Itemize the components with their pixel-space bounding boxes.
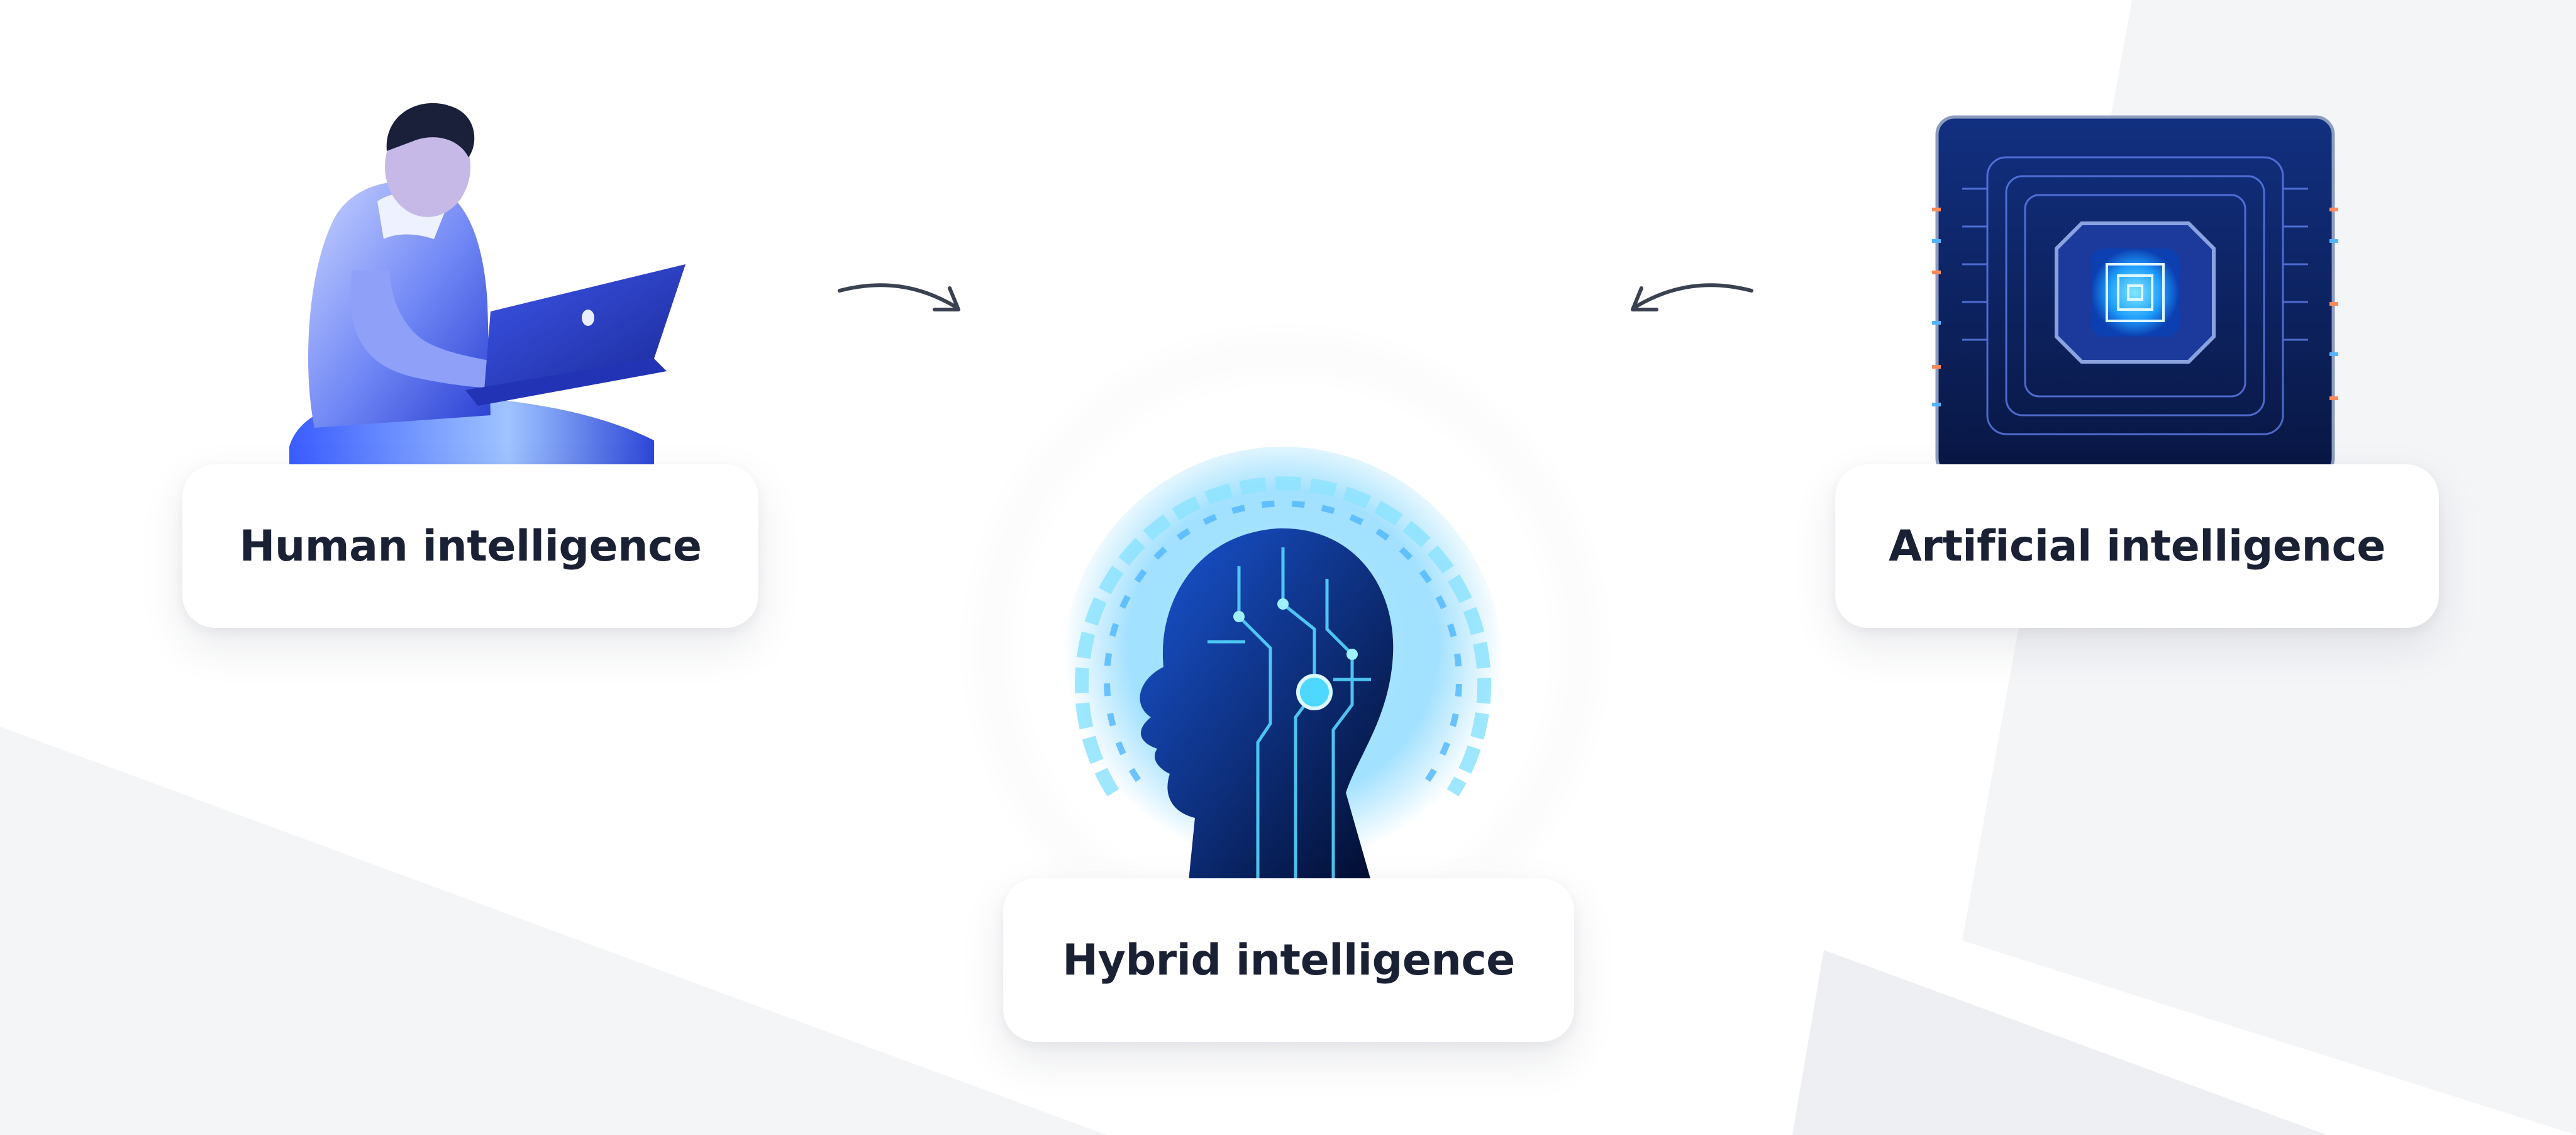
artificial-intelligence-label: Artificial intelligence <box>1889 521 2385 571</box>
person-with-laptop-illustration <box>289 103 686 466</box>
human-intelligence-label: Human intelligence <box>239 521 702 571</box>
circuit-head-illustration <box>1063 447 1503 881</box>
hybrid-intelligence-card: Hybrid intelligence <box>1003 878 1574 1042</box>
curved-arrow-left-icon <box>1631 283 1753 311</box>
processor-chip-illustration <box>1932 115 2338 466</box>
curved-arrow-right-icon <box>838 283 960 311</box>
human-intelligence-card: Human intelligence <box>182 464 758 628</box>
artificial-intelligence-card: Artificial intelligence <box>1835 464 2439 628</box>
hybrid-intelligence-label: Hybrid intelligence <box>1062 935 1515 985</box>
bg-shape-left <box>0 727 1107 1135</box>
